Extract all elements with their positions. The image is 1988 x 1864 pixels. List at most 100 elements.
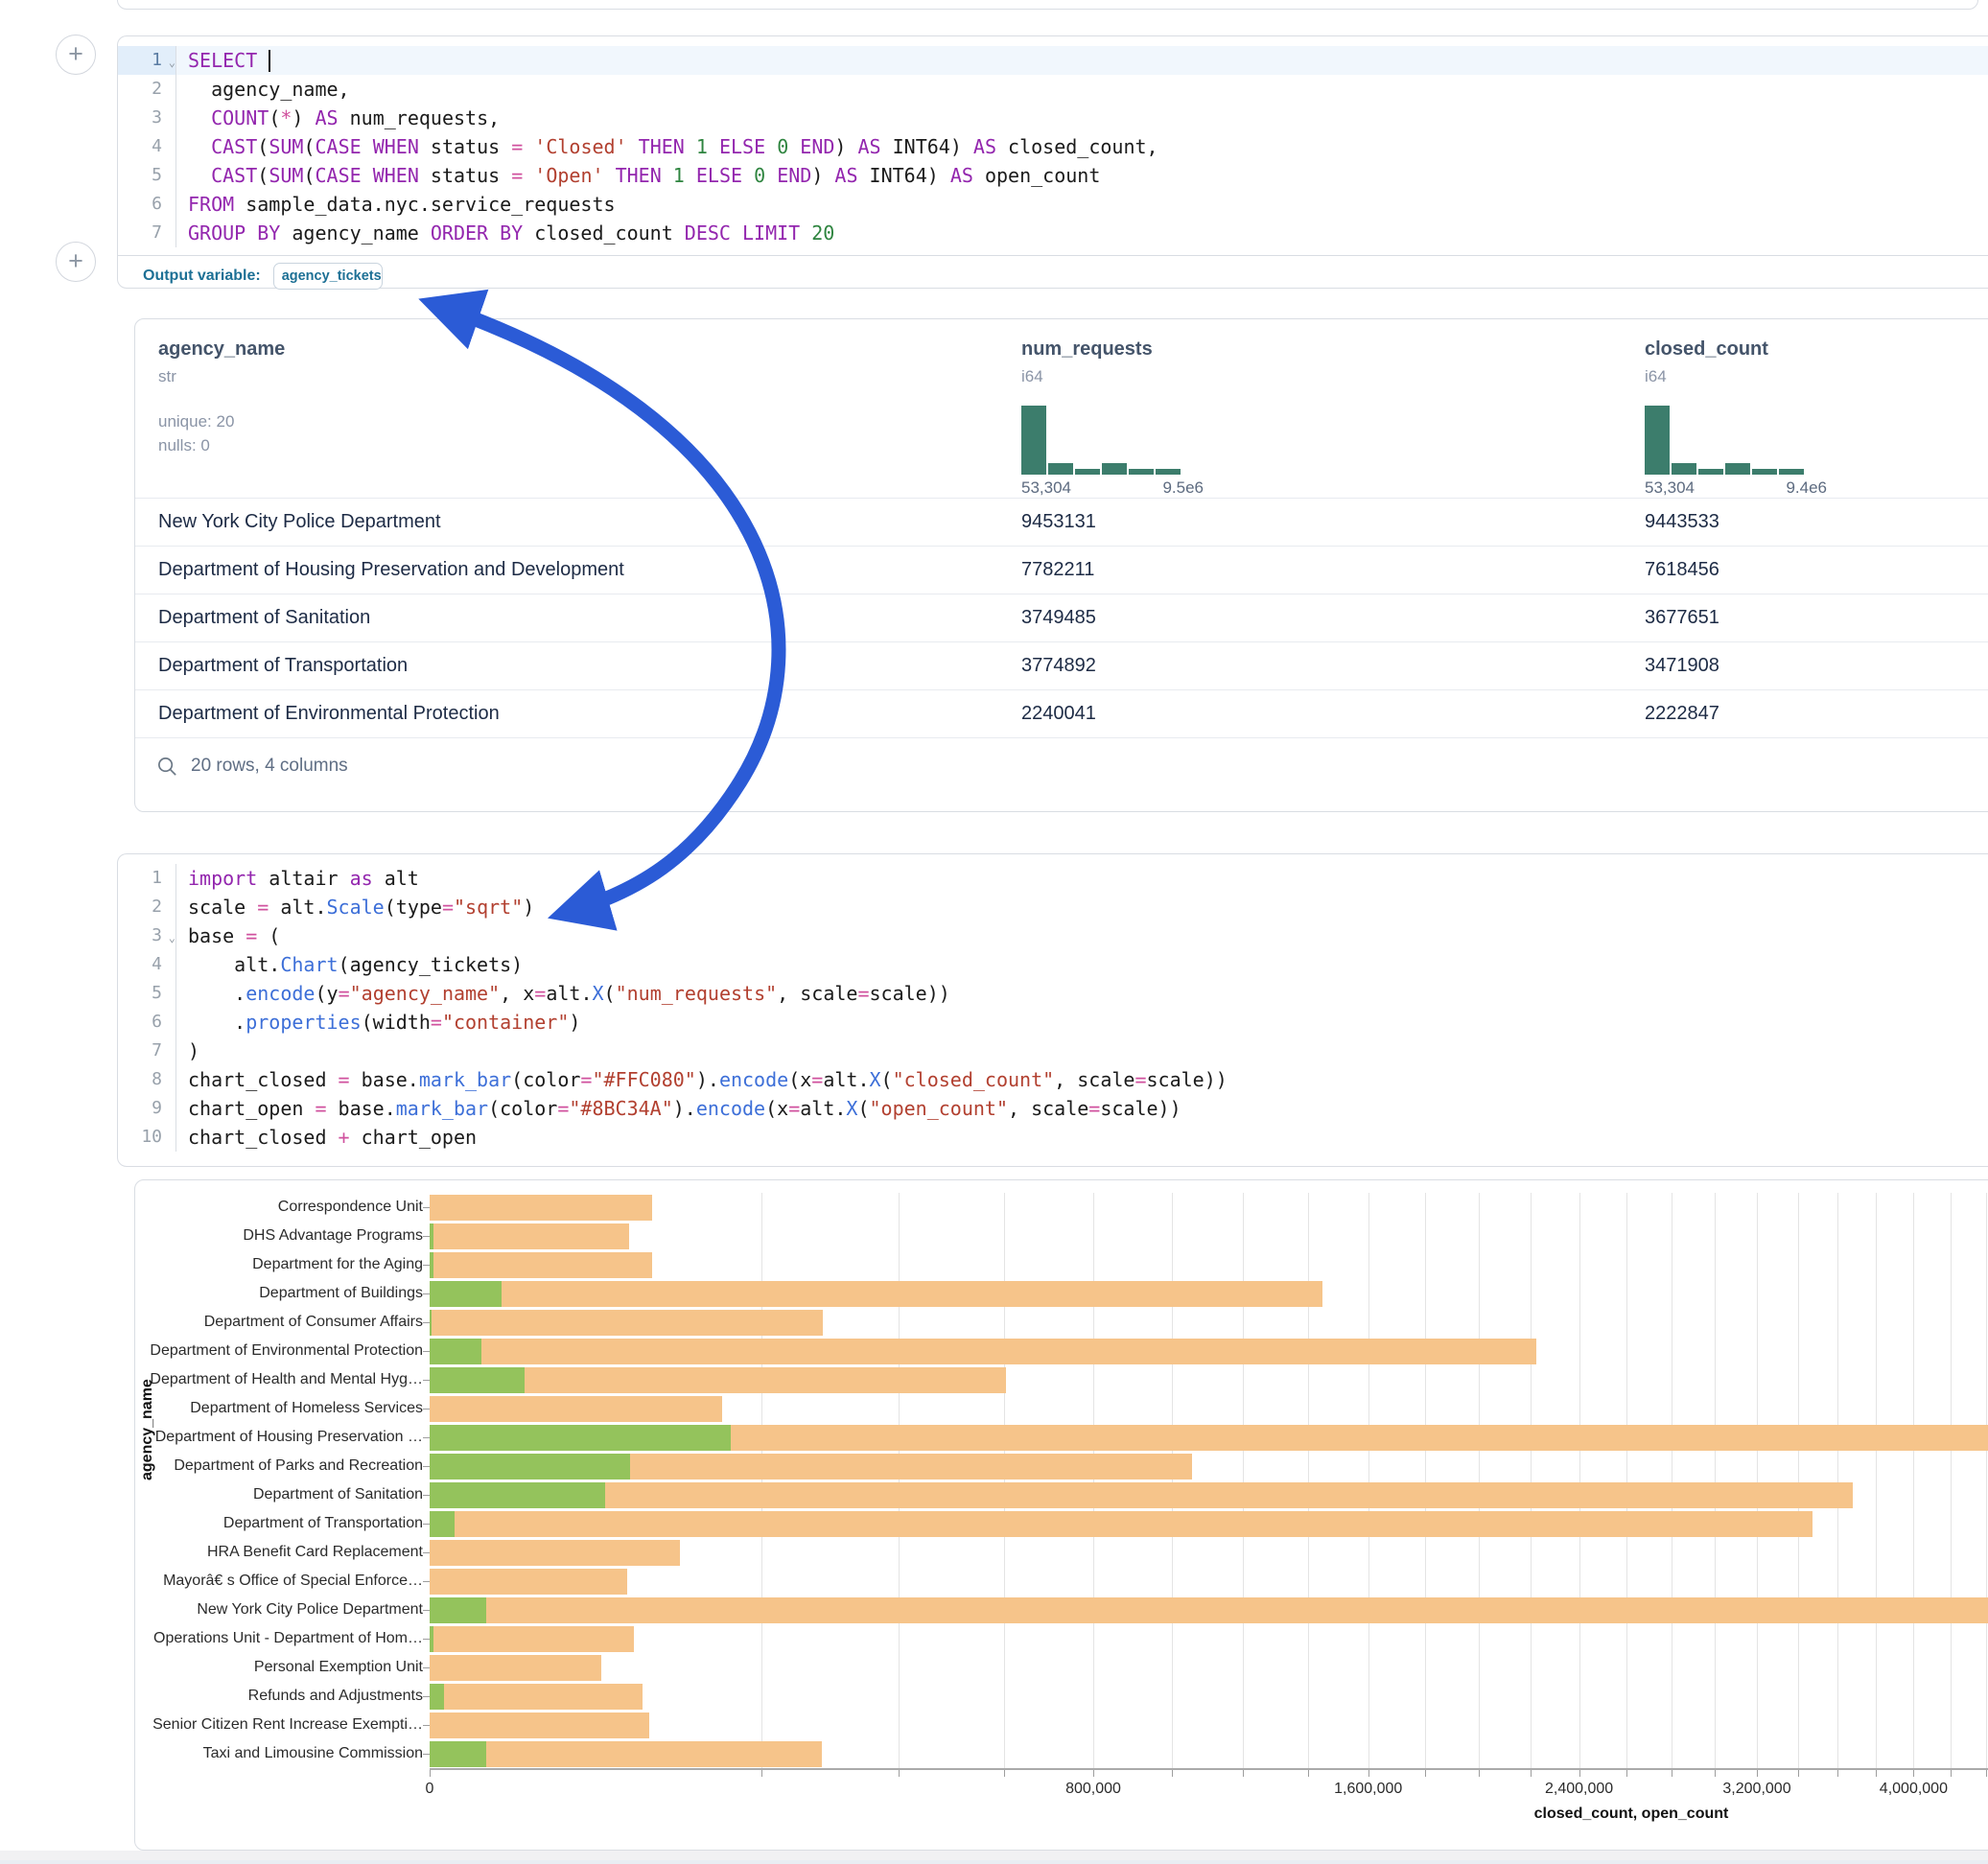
histogram-bar xyxy=(1672,463,1696,475)
column-stat: unique: 20 xyxy=(158,409,998,433)
plus-icon: + xyxy=(57,243,95,279)
chevron-down-icon[interactable]: ⌄ xyxy=(169,48,175,77)
code-text: .encode(y="agency_name", x=alt.X("num_re… xyxy=(176,979,950,1008)
y-axis-label: Department of Environmental Protection xyxy=(135,1337,423,1365)
x-tick xyxy=(1531,1770,1532,1777)
histogram-bar xyxy=(1048,463,1073,475)
code-line: 2 agency_name, xyxy=(118,75,1988,104)
chevron-down-icon[interactable]: ⌄ xyxy=(169,923,175,952)
table-row[interactable]: Department of Housing Preservation and D… xyxy=(135,546,1988,594)
y-axis-tick xyxy=(423,1409,430,1410)
code-text: FROM sample_data.nyc.service_requests xyxy=(176,190,616,219)
code-line: 4 alt.Chart(agency_tickets) xyxy=(118,950,1988,979)
x-tick xyxy=(1425,1770,1426,1777)
y-axis-labels: Correspondence UnitDHS Advantage Program… xyxy=(135,1193,423,1768)
x-tick xyxy=(1837,1770,1838,1777)
code-text: GROUP BY agency_name ORDER BY closed_cou… xyxy=(176,219,834,247)
column-type: i64 xyxy=(1645,367,1988,386)
gridline xyxy=(1479,1193,1480,1768)
column-header-num_requests[interactable]: num_requestsi6453,3049.5e6 xyxy=(998,319,1622,498)
output-variable-label: Output variable: xyxy=(143,268,261,285)
histogram-bar xyxy=(1779,469,1804,475)
code-text: SELECT xyxy=(176,46,270,75)
code-text: .properties(width="container") xyxy=(176,1008,580,1037)
table-cell: 3749485 xyxy=(998,594,1622,641)
sql-code-editor[interactable]: 1⌄SELECT 2 agency_name,3 COUNT(*) AS num… xyxy=(118,36,1988,255)
y-axis-tick xyxy=(423,1265,430,1266)
code-line: 9chart_open = base.mark_bar(color="#8BC3… xyxy=(118,1094,1988,1123)
y-axis-label: Personal Exemption Unit xyxy=(135,1653,423,1682)
table-row[interactable]: Department of Sanitation37494853677651 xyxy=(135,594,1988,641)
code-line: 7) xyxy=(118,1037,1988,1065)
table-row[interactable]: Department of Environmental Protection22… xyxy=(135,689,1988,737)
bar-closed xyxy=(430,1540,680,1566)
line-number: 6 xyxy=(118,1008,176,1037)
column-type: str xyxy=(158,367,998,386)
bar-open xyxy=(430,1482,605,1508)
add-cell-button-output[interactable]: + xyxy=(56,242,96,282)
line-number: 3⌄ xyxy=(118,921,176,950)
search-icon[interactable] xyxy=(156,756,178,778)
python-code-editor[interactable]: 1import altair as alt2scale = alt.Scale(… xyxy=(118,854,1988,1159)
bar-open xyxy=(430,1454,630,1480)
y-axis-label: Department of Housing Preservation … xyxy=(135,1423,423,1452)
y-axis-label: Taxi and Limousine Commission xyxy=(135,1739,423,1768)
gridline xyxy=(1308,1193,1309,1768)
x-tick xyxy=(1913,1770,1914,1777)
x-tick xyxy=(1093,1770,1094,1777)
y-axis-tick xyxy=(423,1524,430,1525)
x-tick-label: 2,400,000 xyxy=(1545,1781,1613,1798)
x-tick xyxy=(1986,1770,1987,1777)
x-tick-label: 3,200,000 xyxy=(1722,1781,1790,1798)
histogram-bar xyxy=(1752,469,1777,475)
code-line: 6FROM sample_data.nyc.service_requests xyxy=(118,190,1988,219)
table-header-row: agency_namestrunique: 20nulls: 0num_requ… xyxy=(135,319,1988,498)
y-axis-label: Department of Parks and Recreation xyxy=(135,1452,423,1480)
x-tick xyxy=(1243,1770,1244,1777)
y-axis-label: Mayorâ€ s Office of Special Enforce… xyxy=(135,1567,423,1596)
y-axis-tick xyxy=(423,1696,430,1697)
bar-open xyxy=(430,1684,444,1710)
table-cell: 7618456 xyxy=(1622,547,1988,594)
y-axis-label: New York City Police Department xyxy=(135,1596,423,1624)
code-text: CAST(SUM(CASE WHEN status = 'Open' THEN … xyxy=(176,161,1100,190)
table-row[interactable]: New York City Police Department945313194… xyxy=(135,498,1988,546)
histogram-bar xyxy=(1102,463,1127,475)
bar-open xyxy=(430,1281,502,1307)
bar-closed xyxy=(430,1195,652,1221)
sql-cell: 1⌄SELECT 2 agency_name,3 COUNT(*) AS num… xyxy=(117,35,1988,289)
add-cell-button-top[interactable]: + xyxy=(56,35,96,75)
column-header-agency_name[interactable]: agency_namestrunique: 20nulls: 0 xyxy=(135,319,998,498)
column-header-closed_count[interactable]: closed_counti6453,3049.4e6 xyxy=(1622,319,1988,498)
gridline xyxy=(1172,1193,1173,1768)
x-tick xyxy=(1715,1770,1716,1777)
x-tick xyxy=(1579,1770,1580,1777)
code-text: chart_closed + chart_open xyxy=(176,1123,477,1152)
notebook-page: + + 1⌄SELECT 2 agency_name,3 COUNT(*) AS… xyxy=(0,0,1988,1864)
y-axis-tick xyxy=(423,1466,430,1467)
bar-open xyxy=(430,1511,455,1537)
next-cell-edge xyxy=(0,1851,1988,1860)
code-text: COUNT(*) AS num_requests, xyxy=(176,104,500,132)
gridline xyxy=(1626,1193,1627,1768)
gridline xyxy=(1798,1193,1799,1768)
bar-closed xyxy=(430,1339,1536,1364)
y-axis-tick xyxy=(423,1322,430,1323)
column-name: agency_name xyxy=(158,338,998,361)
table-row[interactable]: Department of Transportation377489234719… xyxy=(135,641,1988,689)
line-number: 1 xyxy=(118,864,176,893)
output-variable-pill[interactable]: agency_tickets xyxy=(273,263,383,290)
gridline xyxy=(1757,1193,1758,1768)
table-cell: 9443533 xyxy=(1622,499,1988,546)
histogram-min-label: 53,304 xyxy=(1645,478,1695,498)
x-tick xyxy=(1757,1770,1758,1777)
line-number: 10 xyxy=(118,1123,176,1152)
column-name: closed_count xyxy=(1645,338,1988,361)
code-line: 2scale = alt.Scale(type="sqrt") xyxy=(118,893,1988,921)
x-axis-ticks xyxy=(430,1770,1988,1778)
code-line: 5 .encode(y="agency_name", x=alt.X("num_… xyxy=(118,979,1988,1008)
gridline xyxy=(1715,1193,1716,1768)
code-text: base = ( xyxy=(176,921,280,950)
histogram-bar xyxy=(1725,463,1750,475)
bar-closed xyxy=(430,1310,823,1336)
